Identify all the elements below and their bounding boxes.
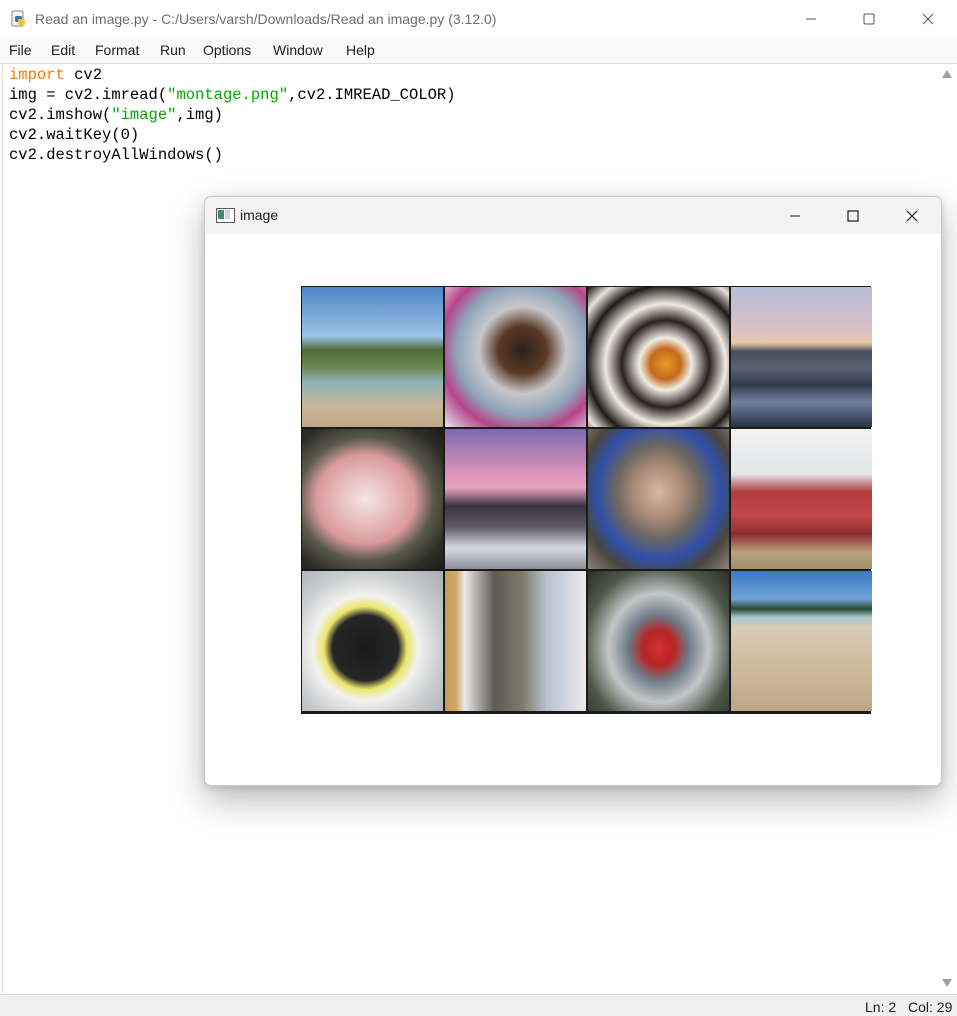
python-idle-icon	[11, 10, 25, 27]
code-text: ,img)	[176, 106, 223, 124]
code-text: cv2.imshow(	[9, 106, 112, 124]
menu-options[interactable]: Options	[203, 42, 251, 58]
minimize-button[interactable]	[782, 0, 840, 38]
photo-beach-coast	[302, 287, 443, 427]
minimize-icon	[790, 215, 800, 216]
photo-shirts-hanging	[445, 571, 586, 711]
menu-file[interactable]: File	[9, 42, 32, 58]
maximize-icon	[863, 13, 875, 25]
code-text: cv2	[64, 66, 103, 84]
image-maximize-button[interactable]	[824, 197, 882, 234]
close-button[interactable]	[899, 0, 957, 38]
minimize-icon	[806, 18, 816, 20]
close-icon	[922, 13, 934, 25]
image-window-title-bar[interactable]: image	[205, 197, 941, 234]
scroll-up-arrow-icon[interactable]	[942, 70, 952, 78]
menu-format[interactable]: Format	[95, 42, 139, 58]
code-line-2: img = cv2.imread("montage.png",cv2.IMREA…	[9, 85, 456, 105]
title-bar: Read an image.py - C:/Users/varsh/Downlo…	[0, 0, 957, 39]
photo-cat-blanket	[445, 287, 586, 427]
photo-pink-sunset-trees	[445, 429, 586, 569]
image-window-title: image	[240, 207, 279, 223]
keyword-import: import	[9, 66, 65, 84]
image-minimize-button[interactable]	[766, 197, 824, 234]
photo-red-sofa	[731, 429, 872, 569]
photo-penguin-plush	[302, 571, 443, 711]
menu-window[interactable]: Window	[273, 42, 323, 58]
photo-fish-fillets	[302, 429, 443, 569]
menu-help[interactable]: Help	[346, 42, 375, 58]
menu-edit[interactable]: Edit	[51, 42, 75, 58]
code-line-5: cv2.destroyAllWindows()	[9, 146, 223, 164]
menu-run[interactable]: Run	[160, 42, 186, 58]
menu-bar: File Edit Format Run Options Window Help	[0, 38, 957, 64]
photo-sandy-beach	[731, 571, 872, 711]
string-literal: "image"	[111, 106, 177, 124]
montage-image	[301, 286, 872, 714]
code-text: img = cv2.imread(	[9, 86, 168, 104]
code-line-1: import cv2	[9, 65, 102, 85]
photo-fire-hydrant	[588, 571, 729, 711]
code-line-3: cv2.imshow("image",img)	[9, 105, 223, 125]
opencv-image-window: image	[204, 196, 942, 786]
maximize-icon	[847, 209, 859, 222]
string-literal: "montage.png"	[167, 86, 289, 104]
scroll-down-arrow-icon[interactable]	[942, 979, 952, 987]
image-close-button[interactable]	[883, 197, 941, 234]
photo-child-in-bucket	[588, 429, 729, 569]
code-line-4: cv2.waitKey(0)	[9, 126, 140, 144]
photo-lake-mountains	[731, 287, 872, 427]
photo-cupcakes	[588, 287, 729, 427]
maximize-button[interactable]	[840, 0, 898, 38]
window-title: Read an image.py - C:/Users/varsh/Downlo…	[35, 11, 497, 27]
status-line: Ln: 2	[865, 999, 897, 1015]
status-column: Col: 29	[908, 999, 953, 1015]
code-text: ,cv2.IMREAD_COLOR)	[288, 86, 456, 104]
status-bar: Ln: 2 Col: 29	[0, 994, 957, 1016]
image-window-icon	[216, 208, 235, 223]
close-icon	[906, 210, 918, 221]
